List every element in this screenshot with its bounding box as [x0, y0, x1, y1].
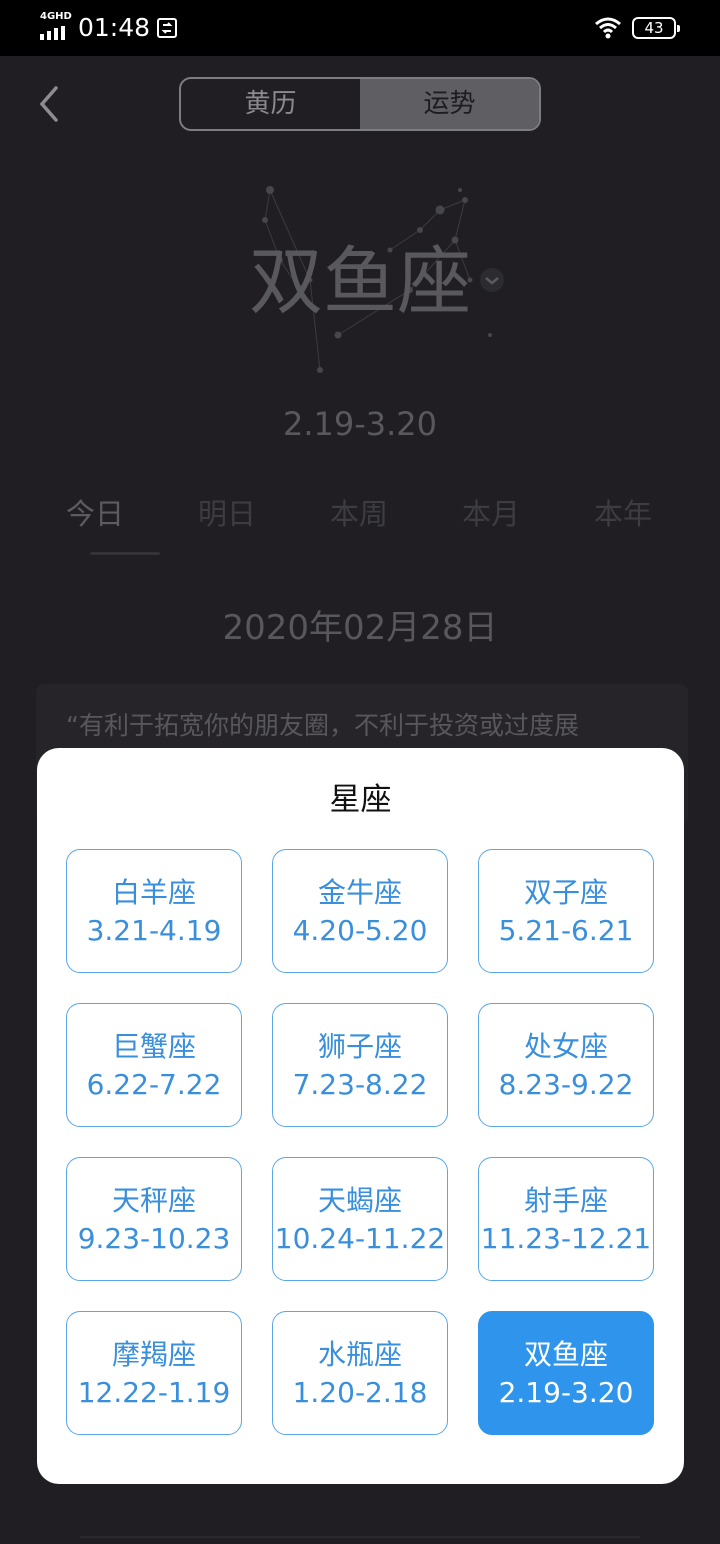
- sign-card-name: 射手座: [523, 1184, 608, 1217]
- sign-card-capricorn[interactable]: 摩羯座 12.22-1.19: [66, 1311, 242, 1435]
- top-segmented-control: 黄历 运势: [179, 77, 541, 131]
- status-time: 01:48: [78, 13, 151, 42]
- sign-card-aquarius[interactable]: 水瓶座 1.20-2.18: [272, 1311, 448, 1435]
- tab-almanac[interactable]: 黄历: [181, 79, 360, 129]
- tab-this-week[interactable]: 本周: [294, 494, 424, 534]
- tab-this-month[interactable]: 本月: [426, 494, 556, 534]
- signal-icon: 4GHD: [40, 12, 72, 40]
- sign-card-range: 4.20-5.20: [292, 914, 428, 947]
- sign-card-name: 双子座: [523, 876, 608, 909]
- sign-card-name: 巨蟹座: [111, 1030, 196, 1063]
- sign-card-name: 双鱼座: [523, 1338, 608, 1371]
- tab-fortune[interactable]: 运势: [360, 79, 539, 129]
- battery-icon: 43: [632, 17, 680, 39]
- sign-card-range: 9.23-10.23: [77, 1222, 231, 1255]
- sign-card-name: 天秤座: [111, 1184, 196, 1217]
- sync-icon: [157, 18, 177, 38]
- sign-card-range: 3.21-4.19: [86, 914, 222, 947]
- sign-card-gemini[interactable]: 双子座 5.21-6.21: [478, 849, 654, 973]
- sign-card-leo[interactable]: 狮子座 7.23-8.22: [272, 1003, 448, 1127]
- sign-card-range: 12.22-1.19: [77, 1376, 231, 1409]
- sign-card-range: 2.19-3.20: [498, 1376, 634, 1409]
- sign-card-range: 5.21-6.21: [498, 914, 634, 947]
- modal-title: 星座: [329, 782, 392, 818]
- sign-card-scorpio[interactable]: 天蝎座 10.24-11.22: [272, 1157, 448, 1281]
- sign-card-libra[interactable]: 天秤座 9.23-10.23: [66, 1157, 242, 1281]
- fortune-quote: “有利于拓宽你的朋友圈，不利于投资或过度展: [66, 711, 579, 740]
- sign-card-range: 10.24-11.22: [274, 1222, 446, 1255]
- back-icon[interactable]: [34, 84, 64, 124]
- sign-card-taurus[interactable]: 金牛座 4.20-5.20: [272, 849, 448, 973]
- sign-card-range: 1.20-2.18: [292, 1376, 428, 1409]
- wifi-icon: [595, 17, 621, 39]
- sign-card-sagittarius[interactable]: 射手座 11.23-12.21: [478, 1157, 654, 1281]
- divider: [80, 1536, 640, 1538]
- sign-card-range: 11.23-12.21: [480, 1222, 652, 1255]
- fortune-date: 2020年02月28日: [222, 608, 498, 648]
- sign-card-name: 天蝎座: [317, 1184, 402, 1217]
- tab-indicator: [90, 552, 160, 555]
- sign-card-cancer[interactable]: 巨蟹座 6.22-7.22: [66, 1003, 242, 1127]
- sign-date-range: 2.19-3.20: [282, 405, 438, 443]
- period-tabs: 今日 明日 本周 本月 本年: [30, 494, 690, 574]
- sign-card-name: 白羊座: [111, 876, 196, 909]
- sign-card-pisces[interactable]: 双鱼座 2.19-3.20: [478, 1311, 654, 1435]
- sign-title[interactable]: 双鱼座: [200, 240, 520, 324]
- sign-card-range: 7.23-8.22: [292, 1068, 428, 1101]
- sign-card-name: 处女座: [523, 1030, 608, 1063]
- tab-this-year[interactable]: 本年: [558, 494, 688, 534]
- status-bar: 4GHD 01:48 43: [0, 0, 720, 56]
- sign-card-name: 水瓶座: [317, 1338, 402, 1371]
- zodiac-picker-modal: 星座 白羊座 3.21-4.19 金牛座 4.20-5.20 双子座 5.21-…: [37, 748, 684, 1484]
- chevron-down-icon[interactable]: [478, 266, 506, 294]
- tab-today[interactable]: 今日: [30, 494, 160, 534]
- sign-card-virgo[interactable]: 处女座 8.23-9.22: [478, 1003, 654, 1127]
- sign-card-range: 6.22-7.22: [86, 1068, 222, 1101]
- sign-card-range: 8.23-9.22: [498, 1068, 634, 1101]
- sign-card-aries[interactable]: 白羊座 3.21-4.19: [66, 849, 242, 973]
- sign-card-name: 摩羯座: [111, 1338, 196, 1371]
- sign-card-name: 金牛座: [317, 876, 402, 909]
- tab-tomorrow[interactable]: 明日: [162, 494, 292, 534]
- sign-card-name: 狮子座: [317, 1030, 402, 1063]
- network-type: 4GHD: [40, 11, 72, 22]
